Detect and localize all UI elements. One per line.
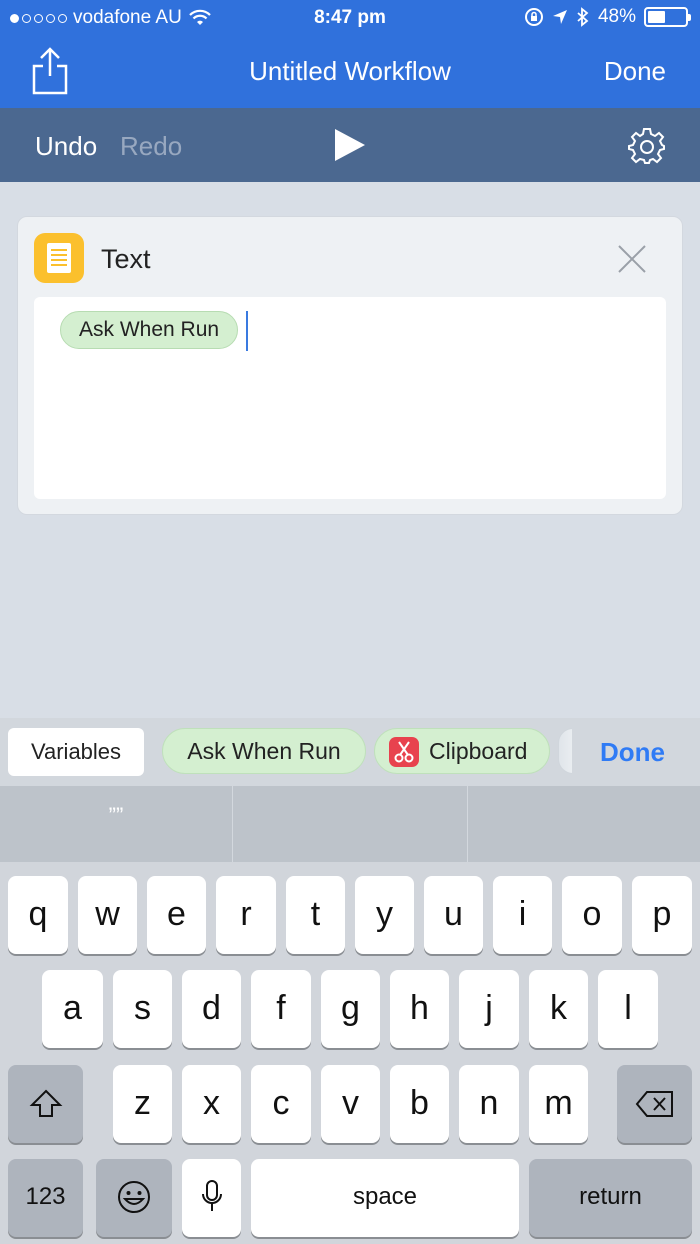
key-g[interactable]: g <box>321 970 380 1048</box>
scissors-icon <box>389 737 419 767</box>
keyboard: q w e r t y u i o p a s d f g h j k l z … <box>0 862 700 1244</box>
navigation-bar: Untitled Workflow Done <box>0 36 700 108</box>
emoji-icon <box>118 1181 150 1213</box>
delete-key[interactable] <box>617 1065 692 1143</box>
key-n[interactable]: n <box>459 1065 519 1143</box>
gear-icon[interactable] <box>628 127 666 165</box>
suggestion-3[interactable] <box>468 786 700 862</box>
redo-button[interactable]: Redo <box>120 131 182 162</box>
key-f[interactable]: f <box>251 970 311 1048</box>
key-p[interactable]: p <box>632 876 692 954</box>
key-b[interactable]: b <box>390 1065 449 1143</box>
key-o[interactable]: o <box>562 876 622 954</box>
done-button[interactable]: Done <box>604 56 666 87</box>
key-v[interactable]: v <box>321 1065 380 1143</box>
ask-when-run-chip[interactable]: Ask When Run <box>162 728 366 774</box>
key-w[interactable]: w <box>78 876 137 954</box>
text-document-icon <box>34 233 84 283</box>
text-caret <box>246 311 248 351</box>
key-s[interactable]: s <box>113 970 172 1048</box>
shift-icon <box>29 1089 62 1117</box>
microphone-icon <box>201 1180 222 1211</box>
dictation-key[interactable] <box>182 1159 241 1237</box>
key-y[interactable]: y <box>355 876 414 954</box>
bluetooth-icon <box>577 7 589 27</box>
clipboard-chip-label: Clipboard <box>429 738 528 764</box>
key-c[interactable]: c <box>251 1065 311 1143</box>
key-k[interactable]: k <box>529 970 588 1048</box>
text-action-card: Text Ask When Run <box>17 216 683 515</box>
status-bar: vodafone AU 8:47 pm 48% <box>0 0 700 36</box>
return-key[interactable]: return <box>529 1159 692 1237</box>
ask-when-run-token[interactable]: Ask When Run <box>60 311 239 349</box>
close-icon[interactable] <box>616 243 648 275</box>
key-i[interactable]: i <box>493 876 552 954</box>
key-u[interactable]: u <box>424 876 483 954</box>
key-a[interactable]: a <box>42 970 103 1048</box>
key-h[interactable]: h <box>390 970 449 1048</box>
key-t[interactable]: t <box>286 876 345 954</box>
top-bar: vodafone AU 8:47 pm 48% Untitled Workflo… <box>0 0 700 108</box>
play-icon[interactable] <box>332 127 368 163</box>
variables-button[interactable]: Variables <box>8 728 144 776</box>
key-d[interactable]: d <box>182 970 241 1048</box>
variable-bar-done-button[interactable]: Done <box>600 737 665 768</box>
delete-icon <box>635 1091 673 1117</box>
undo-button[interactable]: Undo <box>35 131 97 162</box>
orientation-lock-icon <box>524 8 543 26</box>
suggestion-1[interactable]: ”” <box>0 786 232 862</box>
editor-toolbar: Undo Redo <box>0 108 700 182</box>
numbers-key[interactable]: 123 <box>8 1159 83 1237</box>
variable-bar: Variables Ask When Run Clipboard Done <box>0 718 700 786</box>
emoji-key[interactable] <box>96 1159 172 1237</box>
key-z[interactable]: z <box>113 1065 172 1143</box>
location-icon <box>552 10 567 24</box>
key-l[interactable]: l <box>598 970 658 1048</box>
shift-key[interactable] <box>8 1065 83 1143</box>
clipboard-chip[interactable]: Clipboard <box>374 728 550 774</box>
key-q[interactable]: q <box>8 876 68 954</box>
key-j[interactable]: j <box>459 970 519 1048</box>
key-e[interactable]: e <box>147 876 206 954</box>
key-r[interactable]: r <box>216 876 276 954</box>
suggestion-2[interactable] <box>233 786 467 862</box>
action-title: Text <box>101 244 151 274</box>
predictive-bar: ”” <box>0 786 700 862</box>
text-field[interactable]: Ask When Run <box>34 297 666 499</box>
battery-percent: 48% <box>597 6 636 27</box>
space-key[interactable]: space <box>251 1159 519 1237</box>
battery-icon <box>644 7 691 27</box>
page-title: Untitled Workflow <box>249 56 451 86</box>
key-m[interactable]: m <box>529 1065 588 1143</box>
key-x[interactable]: x <box>182 1065 241 1143</box>
